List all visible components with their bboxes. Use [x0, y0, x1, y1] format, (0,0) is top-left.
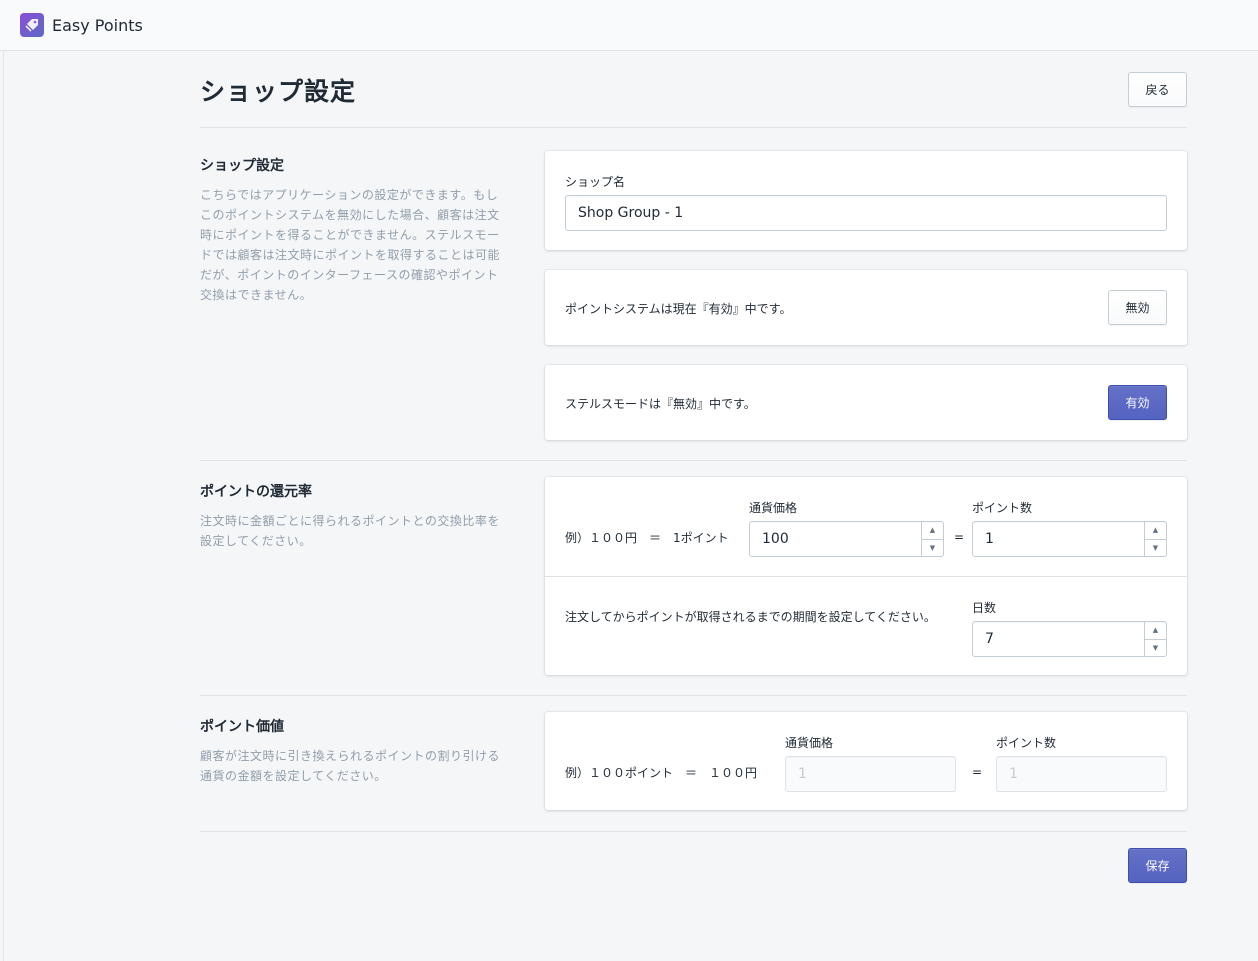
- period-text: 注文してからポイントが取得されるまでの期間を設定してください。: [565, 610, 936, 624]
- divider: [200, 831, 1187, 832]
- currency-label: 通貨価格: [749, 501, 798, 515]
- days-value: 7: [985, 631, 994, 647]
- shop-name-value: Shop Group - 1: [578, 205, 684, 221]
- chevron-down-icon[interactable]: ▼: [1145, 640, 1166, 657]
- point-system-card: ポイントシステムは現在『有効』中です。 無効: [545, 270, 1187, 345]
- point-value-example: 例）１００ポイント ＝ １００円: [565, 766, 758, 780]
- divider: [200, 695, 1187, 696]
- currency-label: 通貨価格: [785, 736, 834, 750]
- shop-name-label: ショップ名: [565, 175, 626, 189]
- chevron-up-icon[interactable]: ▲: [922, 522, 943, 540]
- enable-stealth-button[interactable]: 有効: [1108, 385, 1167, 420]
- equals-sign: =: [954, 530, 965, 544]
- chevron-down-icon[interactable]: ▼: [1145, 540, 1166, 557]
- currency-placeholder: 1: [798, 766, 807, 782]
- app-name: Easy Points: [52, 15, 143, 35]
- points-label: ポイント数: [972, 501, 1033, 515]
- days-label: 日数: [972, 601, 997, 615]
- points-value: 1: [985, 531, 994, 547]
- divider: [200, 460, 1187, 461]
- points-input-disabled: 1: [996, 756, 1167, 792]
- points-placeholder: 1: [1009, 766, 1018, 782]
- return-rate-example: 例）１００円 ＝ 1ポイント: [565, 531, 729, 545]
- return-rate-card: 例）１００円 ＝ 1ポイント 通貨価格 100 ▲ ▼ = ポイント数 1 ▲ …: [545, 477, 1187, 675]
- shop-section-description: こちらではアプリケーションの設定ができます。もしこのポイントシステムを無効にした…: [200, 188, 501, 302]
- shop-name-input[interactable]: Shop Group - 1: [565, 195, 1167, 231]
- shop-name-card: ショップ名 Shop Group - 1: [545, 151, 1187, 250]
- chevron-up-icon[interactable]: ▲: [1145, 622, 1166, 640]
- divider: [200, 127, 1187, 128]
- points-stepper[interactable]: ▲ ▼: [1144, 522, 1166, 556]
- currency-input-disabled: 1: [785, 756, 956, 792]
- point-value-title: ポイント価値: [200, 719, 284, 735]
- equals-sign: =: [972, 765, 983, 779]
- points-input[interactable]: 1 ▲ ▼: [972, 521, 1167, 557]
- currency-stepper[interactable]: ▲ ▼: [921, 522, 943, 556]
- chevron-up-icon[interactable]: ▲: [1145, 522, 1166, 540]
- days-stepper[interactable]: ▲ ▼: [1144, 622, 1166, 656]
- currency-input[interactable]: 100 ▲ ▼: [749, 521, 944, 557]
- point-value-description: 顧客が注文時に引き換えられるポイントの割り引ける通貨の金額を設定してください。: [200, 749, 501, 783]
- top-bar: Easy Points: [0, 0, 1258, 51]
- chevron-down-icon[interactable]: ▼: [922, 540, 943, 557]
- currency-value: 100: [762, 531, 789, 547]
- stealth-mode-card: ステルスモードは『無効』中です。 有効: [545, 365, 1187, 440]
- tag-icon: [20, 13, 44, 37]
- frame-border: [3, 51, 4, 961]
- point-value-card: 例）１００ポイント ＝ １００円 通貨価格 1 = ポイント数 1: [545, 712, 1187, 810]
- back-button[interactable]: 戻る: [1128, 72, 1187, 107]
- shop-section-title: ショップ設定: [200, 158, 284, 174]
- disable-point-system-button[interactable]: 無効: [1108, 290, 1167, 325]
- stealth-status: ステルスモードは『無効』中です。: [565, 397, 756, 411]
- card-divider: [545, 576, 1187, 577]
- page-title: ショップ設定: [200, 77, 357, 106]
- points-label: ポイント数: [996, 736, 1057, 750]
- point-system-status: ポイントシステムは現在『有効』中です。: [565, 302, 792, 316]
- days-input[interactable]: 7 ▲ ▼: [972, 621, 1167, 657]
- save-button[interactable]: 保存: [1128, 848, 1187, 883]
- return-rate-title: ポイントの還元率: [200, 484, 312, 500]
- return-rate-description: 注文時に金額ごとに得られるポイントとの交換比率を設定してください。: [200, 514, 500, 548]
